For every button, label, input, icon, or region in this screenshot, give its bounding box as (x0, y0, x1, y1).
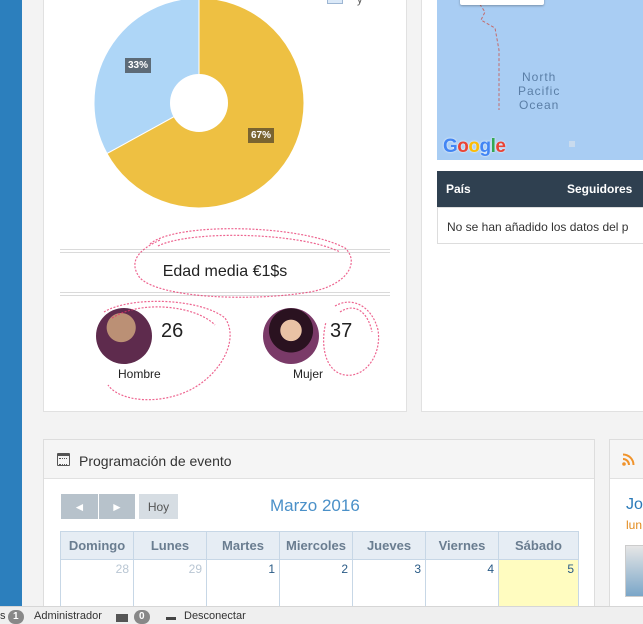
calendar-day[interactable]: 28 (60, 559, 134, 609)
news-item-thumbnail[interactable] (625, 545, 643, 597)
followers-table-header: País Seguidores (437, 171, 643, 207)
mail-icon[interactable] (116, 614, 128, 622)
calendar-day[interactable]: 4 (425, 559, 499, 609)
weekday-saturday: Sábado (498, 531, 579, 560)
average-age: Edad media €1$s (162, 263, 288, 280)
calendar-title: Programación de evento (79, 453, 232, 469)
legend-text: y (357, 0, 363, 6)
male-avatar (96, 308, 152, 364)
calendar-day[interactable]: 1 (206, 559, 280, 609)
divider-top (60, 249, 390, 250)
legend-swatch (327, 0, 343, 4)
followers-empty-message: No se han añadido los datos del p (437, 207, 643, 244)
status-prefix: s (0, 610, 6, 622)
pie-label-female: 67% (248, 128, 275, 143)
calendar-header: Programación de evento (44, 440, 594, 479)
female-label: Mujer (293, 367, 324, 381)
male-label: Hombre (118, 367, 161, 381)
pie-label-male: 33% (125, 58, 152, 73)
female-avatar (263, 308, 319, 364)
calendar-day-today[interactable]: 5 (498, 559, 579, 609)
left-sidebar-rail (0, 0, 22, 606)
calendar-day[interactable]: 3 (352, 559, 426, 609)
admin-link[interactable]: Administrador (34, 610, 102, 622)
pie-hole (170, 74, 228, 132)
weekday-monday: Lunes (133, 531, 207, 560)
messages-badge[interactable]: 0 (134, 610, 150, 624)
logout-link[interactable]: Desconectar (184, 610, 246, 622)
weekday-friday: Viernes (425, 531, 499, 560)
female-count: 37 (330, 320, 353, 342)
rss-icon (622, 453, 635, 466)
divider-bottom-2 (60, 295, 390, 296)
online-users-badge[interactable]: 1 (8, 610, 24, 624)
weekday-wednesday: Miercoles (279, 531, 353, 560)
calendar-month-label: Marzo 2016 (270, 496, 360, 515)
calendar-day[interactable]: 29 (133, 559, 207, 609)
weekday-thursday: Jueves (352, 531, 426, 560)
column-followers: Seguidores (567, 182, 633, 196)
news-item-link[interactable]: Jo (626, 496, 643, 514)
divider-bottom (60, 292, 390, 293)
calendar-icon (57, 453, 70, 466)
column-country: País (446, 182, 471, 196)
logout-icon[interactable] (166, 617, 176, 620)
map-control[interactable] (460, 0, 544, 5)
today-button[interactable]: Hoy (139, 494, 178, 519)
next-month-button[interactable]: ► (99, 494, 135, 519)
weekday-sunday: Domingo (60, 531, 134, 560)
google-logo[interactable]: Google (443, 136, 506, 158)
gender-pie-chart (94, 0, 304, 208)
map-ocean-label: North Pacific Ocean (518, 70, 561, 112)
news-feed-header (610, 440, 643, 479)
news-item-date: lun (626, 518, 643, 532)
male-count: 26 (161, 320, 184, 342)
news-feed-card: Jo lun (609, 439, 643, 609)
calendar-day[interactable]: 2 (279, 559, 353, 609)
weekday-tuesday: Martes (206, 531, 280, 560)
prev-month-button[interactable]: ◄ (61, 494, 98, 519)
admin-status-bar: s 1 Administrador 0 Desconectar (0, 606, 643, 624)
